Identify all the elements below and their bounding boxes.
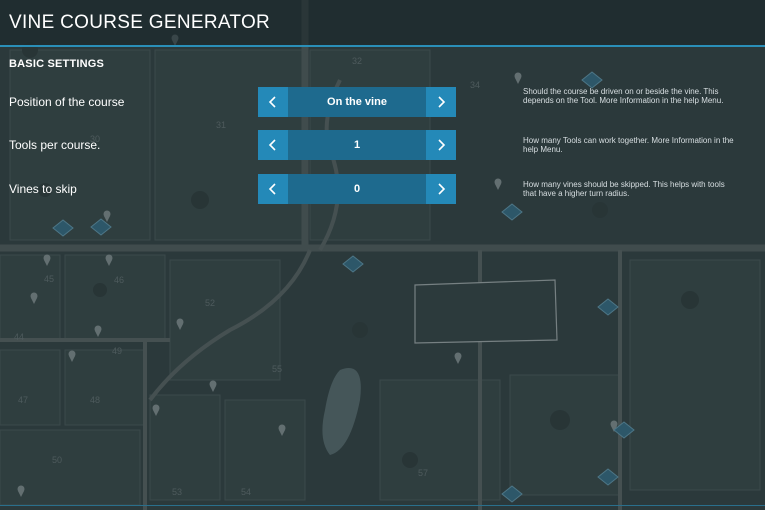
setting-row-tools-per-course: Tools per course. 1 How many Tools can w…	[0, 130, 765, 160]
footer-divider	[0, 505, 765, 506]
setting-label: Tools per course.	[9, 138, 101, 152]
header-divider	[0, 45, 765, 47]
selector-value: 0	[353, 183, 361, 195]
previous-option-button[interactable]	[258, 174, 288, 204]
chevron-right-icon	[438, 96, 446, 108]
chevron-right-icon	[438, 183, 446, 195]
window-header: VINE COURSE GENERATOR	[0, 0, 765, 47]
setting-row-position-of-course: Position of the course On the vine Shoul…	[0, 87, 765, 117]
position-of-course-selector[interactable]: On the vine	[258, 87, 456, 117]
setting-help-text: How many vines should be skipped. This h…	[523, 180, 725, 198]
previous-option-button[interactable]	[258, 87, 288, 117]
setting-label: Vines to skip	[9, 182, 77, 196]
window-title: VINE COURSE GENERATOR	[9, 12, 271, 33]
setting-help-text: How many Tools can work together. More I…	[523, 136, 734, 154]
tools-per-course-selector[interactable]: 1	[258, 130, 456, 160]
chevron-left-icon	[268, 183, 276, 195]
selector-value: On the vine	[327, 96, 387, 108]
next-option-button[interactable]	[426, 87, 456, 117]
chevron-left-icon	[268, 139, 276, 151]
section-title: BASIC SETTINGS	[9, 58, 105, 70]
selector-value: 1	[353, 139, 361, 151]
setting-row-vines-to-skip: Vines to skip 0 How many vines should be…	[0, 174, 765, 204]
setting-help-text: Should the course be driven on or beside…	[523, 87, 724, 105]
setting-label: Position of the course	[9, 95, 125, 109]
chevron-left-icon	[268, 96, 276, 108]
chevron-right-icon	[438, 139, 446, 151]
dim-overlay	[0, 0, 765, 510]
next-option-button[interactable]	[426, 174, 456, 204]
previous-option-button[interactable]	[258, 130, 288, 160]
next-option-button[interactable]	[426, 130, 456, 160]
vines-to-skip-selector[interactable]: 0	[258, 174, 456, 204]
